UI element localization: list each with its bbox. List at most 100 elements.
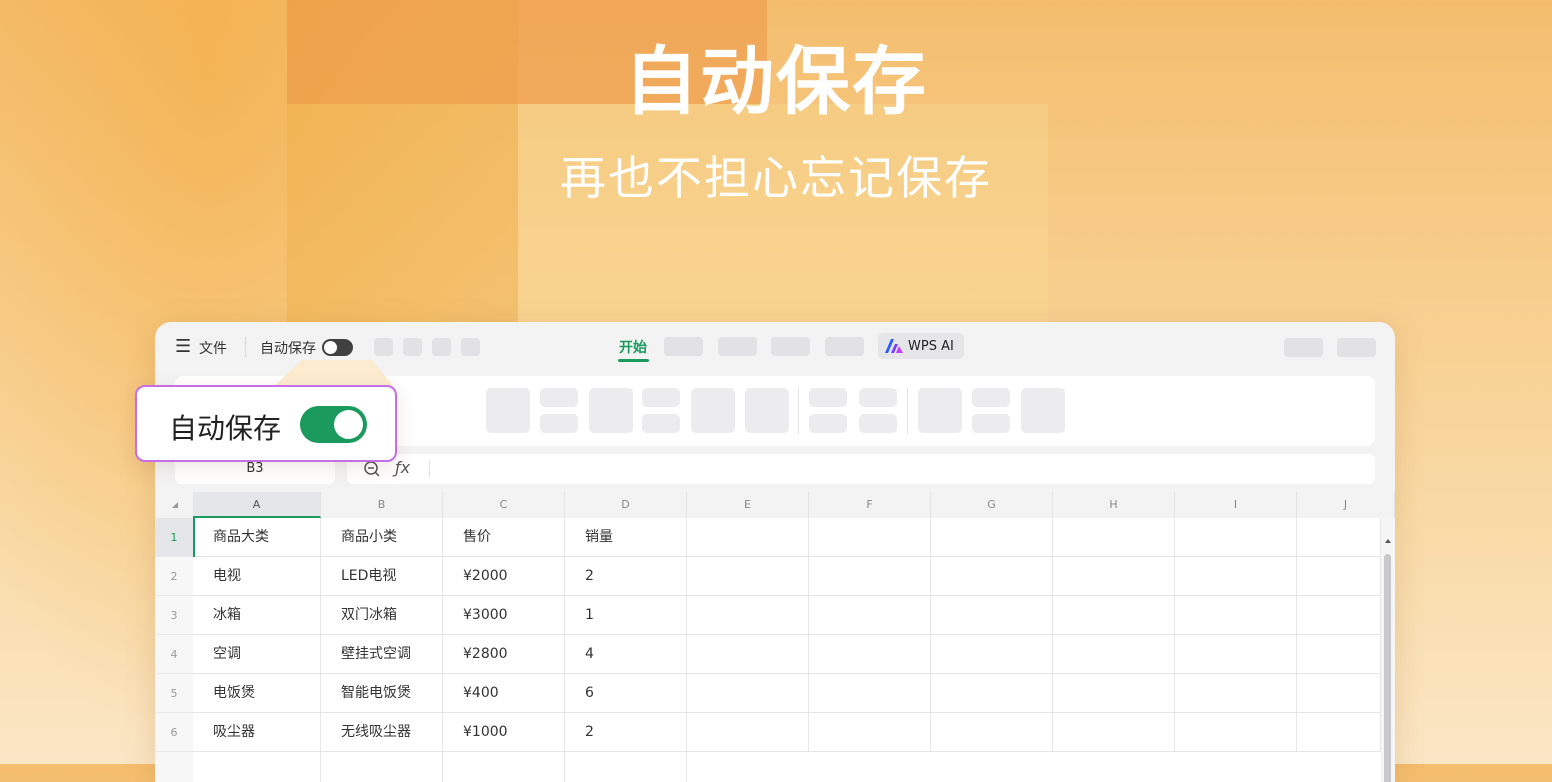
- row-header[interactable]: 2: [155, 557, 193, 596]
- table-cell[interactable]: [931, 635, 1053, 674]
- column-header[interactable]: G: [931, 492, 1053, 518]
- table-cell[interactable]: 商品小类: [321, 518, 443, 557]
- table-cell[interactable]: [931, 674, 1053, 713]
- table-cell[interactable]: 双门冰箱: [321, 596, 443, 635]
- scroll-up-icon[interactable]: [1385, 539, 1391, 543]
- tab-placeholder[interactable]: [771, 337, 810, 356]
- table-cell[interactable]: [931, 713, 1053, 752]
- ribbon-button[interactable]: [859, 388, 897, 407]
- table-cell[interactable]: [687, 635, 809, 674]
- column-header[interactable]: J: [1297, 492, 1395, 518]
- column-header[interactable]: E: [687, 492, 809, 518]
- ribbon-button[interactable]: [809, 388, 847, 407]
- table-cell[interactable]: [809, 557, 931, 596]
- table-cell[interactable]: [809, 674, 931, 713]
- select-all-corner[interactable]: [155, 492, 193, 518]
- table-cell[interactable]: [1297, 674, 1381, 713]
- tab-placeholder[interactable]: [664, 337, 703, 356]
- table-cell[interactable]: [1053, 596, 1175, 635]
- table-cell[interactable]: ¥400: [443, 674, 565, 713]
- table-cell[interactable]: ¥2000: [443, 557, 565, 596]
- table-cell[interactable]: 商品大类: [193, 518, 321, 557]
- column-header[interactable]: A: [193, 492, 321, 518]
- table-cell[interactable]: [687, 518, 809, 557]
- ribbon-button[interactable]: [859, 414, 897, 433]
- tab-placeholder[interactable]: [825, 337, 864, 356]
- row-header[interactable]: 3: [155, 596, 193, 635]
- table-cell[interactable]: [1053, 557, 1175, 596]
- table-cell[interactable]: [1175, 518, 1297, 557]
- table-cell[interactable]: [1175, 674, 1297, 713]
- table-cell[interactable]: [687, 557, 809, 596]
- formula-bar[interactable]: ƒx: [347, 454, 1375, 484]
- table-cell[interactable]: 销量: [565, 518, 687, 557]
- table-cell[interactable]: 4: [565, 635, 687, 674]
- wps-ai-button[interactable]: WPS AI: [878, 333, 964, 359]
- table-cell[interactable]: 吸尘器: [193, 713, 321, 752]
- table-cell[interactable]: 电饭煲: [193, 674, 321, 713]
- row-header[interactable]: 1: [155, 518, 193, 557]
- table-cell[interactable]: [931, 518, 1053, 557]
- tab-start[interactable]: 开始: [619, 337, 647, 357]
- table-cell[interactable]: 6: [565, 674, 687, 713]
- column-header[interactable]: F: [809, 492, 931, 518]
- ribbon-button[interactable]: [972, 388, 1010, 407]
- table-cell[interactable]: [565, 752, 687, 782]
- ribbon-button[interactable]: [745, 388, 789, 433]
- table-cell[interactable]: [1175, 713, 1297, 752]
- table-cell[interactable]: 售价: [443, 518, 565, 557]
- toolbar-button-placeholder[interactable]: [461, 338, 480, 356]
- ribbon-button[interactable]: [540, 388, 578, 407]
- table-cell[interactable]: 1: [565, 596, 687, 635]
- ribbon-button[interactable]: [642, 388, 680, 407]
- column-header[interactable]: H: [1053, 492, 1175, 518]
- table-cell[interactable]: LED电视: [321, 557, 443, 596]
- ribbon-button[interactable]: [1021, 388, 1065, 433]
- table-cell[interactable]: 2: [565, 713, 687, 752]
- table-cell[interactable]: [1053, 674, 1175, 713]
- table-cell[interactable]: 空调: [193, 635, 321, 674]
- table-cell[interactable]: 壁挂式空调: [321, 635, 443, 674]
- table-cell[interactable]: 电视: [193, 557, 321, 596]
- table-cell[interactable]: ¥3000: [443, 596, 565, 635]
- table-cell[interactable]: [1297, 596, 1381, 635]
- table-cell[interactable]: [809, 713, 931, 752]
- table-cell[interactable]: ¥1000: [443, 713, 565, 752]
- tab-placeholder[interactable]: [718, 337, 757, 356]
- table-cell[interactable]: [931, 596, 1053, 635]
- table-cell[interactable]: [1175, 635, 1297, 674]
- table-cell[interactable]: [809, 635, 931, 674]
- column-header[interactable]: D: [565, 492, 687, 518]
- autosave-toggle-large[interactable]: [300, 406, 367, 443]
- table-cell[interactable]: [1175, 557, 1297, 596]
- table-cell[interactable]: [1053, 713, 1175, 752]
- ribbon-button[interactable]: [918, 388, 962, 433]
- table-cell[interactable]: [809, 596, 931, 635]
- toolbar-button-placeholder[interactable]: [1337, 338, 1376, 357]
- row-header[interactable]: 4: [155, 635, 193, 674]
- ribbon-button[interactable]: [540, 414, 578, 433]
- table-cell[interactable]: [1175, 596, 1297, 635]
- row-header[interactable]: 6: [155, 713, 193, 752]
- column-header[interactable]: B: [321, 492, 443, 518]
- table-cell[interactable]: [687, 713, 809, 752]
- column-header[interactable]: I: [1175, 492, 1297, 518]
- table-cell[interactable]: 冰箱: [193, 596, 321, 635]
- table-cell[interactable]: [687, 596, 809, 635]
- table-cell[interactable]: [1297, 557, 1381, 596]
- table-cell[interactable]: [1297, 518, 1381, 557]
- ribbon-button[interactable]: [486, 388, 530, 433]
- table-cell[interactable]: [809, 518, 931, 557]
- table-cell[interactable]: [1297, 713, 1381, 752]
- table-cell[interactable]: [1297, 635, 1381, 674]
- ribbon-button[interactable]: [589, 388, 633, 433]
- ribbon-button[interactable]: [809, 414, 847, 433]
- scrollbar-thumb[interactable]: [1384, 554, 1391, 782]
- table-cell[interactable]: [193, 752, 321, 782]
- table-cell[interactable]: [1053, 635, 1175, 674]
- toolbar-button-placeholder[interactable]: [1284, 338, 1323, 357]
- row-header[interactable]: [155, 752, 193, 782]
- row-header[interactable]: 5: [155, 674, 193, 713]
- table-cell[interactable]: [443, 752, 565, 782]
- table-cell[interactable]: [687, 674, 809, 713]
